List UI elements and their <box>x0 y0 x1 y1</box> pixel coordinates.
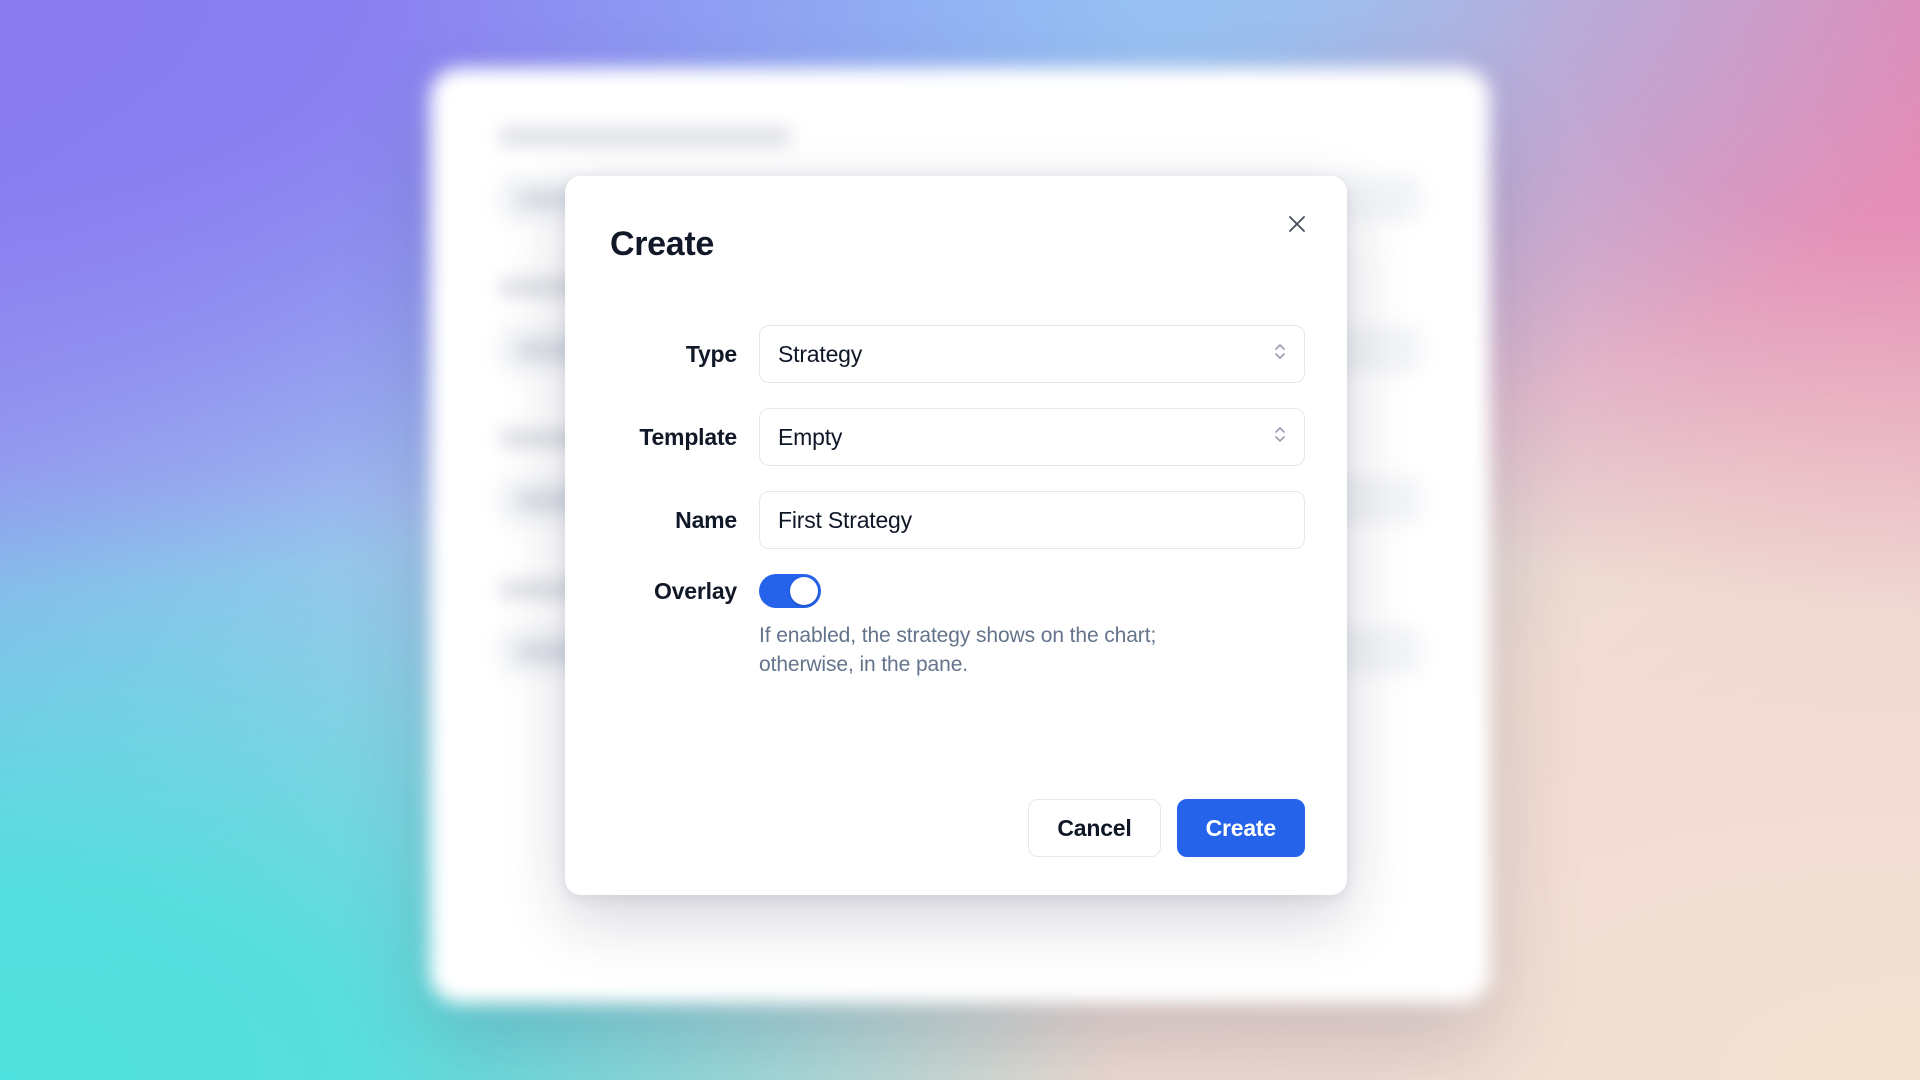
create-form: Type Strategy Template Empty Name First … <box>607 325 1305 679</box>
overlay-toggle[interactable] <box>759 574 821 609</box>
template-field-wrap: Empty <box>759 408 1305 467</box>
template-label: Template <box>639 423 737 450</box>
template-select[interactable]: Empty <box>759 408 1305 467</box>
dialog-footer: Cancel Create <box>1028 799 1305 857</box>
overlay-hint-text: If enabled, the strategy shows on the ch… <box>759 624 1157 676</box>
type-label: Type <box>685 340 737 367</box>
modal-overlay: Create Type Strategy Template Empty Name… <box>0 0 1920 1080</box>
name-field-wrap <box>759 491 1305 550</box>
create-dialog: Create Type Strategy Template Empty Name… <box>565 176 1347 895</box>
cancel-button[interactable]: Cancel <box>1028 799 1161 857</box>
create-button[interactable]: Create <box>1176 799 1305 857</box>
form-row-overlay: Overlay <box>607 574 1305 609</box>
type-field-wrap: Strategy <box>759 325 1305 384</box>
type-select[interactable]: Strategy <box>759 325 1305 384</box>
overlay-label: Overlay <box>654 577 737 604</box>
form-row-name: Name <box>607 491 1305 550</box>
name-input[interactable] <box>759 491 1305 550</box>
close-icon[interactable] <box>1277 204 1317 244</box>
toggle-knob <box>790 577 818 606</box>
form-row-type: Type Strategy <box>607 325 1305 384</box>
form-row-template: Template Empty <box>607 408 1305 467</box>
dialog-title: Create <box>610 225 715 263</box>
name-label: Name <box>675 506 737 533</box>
